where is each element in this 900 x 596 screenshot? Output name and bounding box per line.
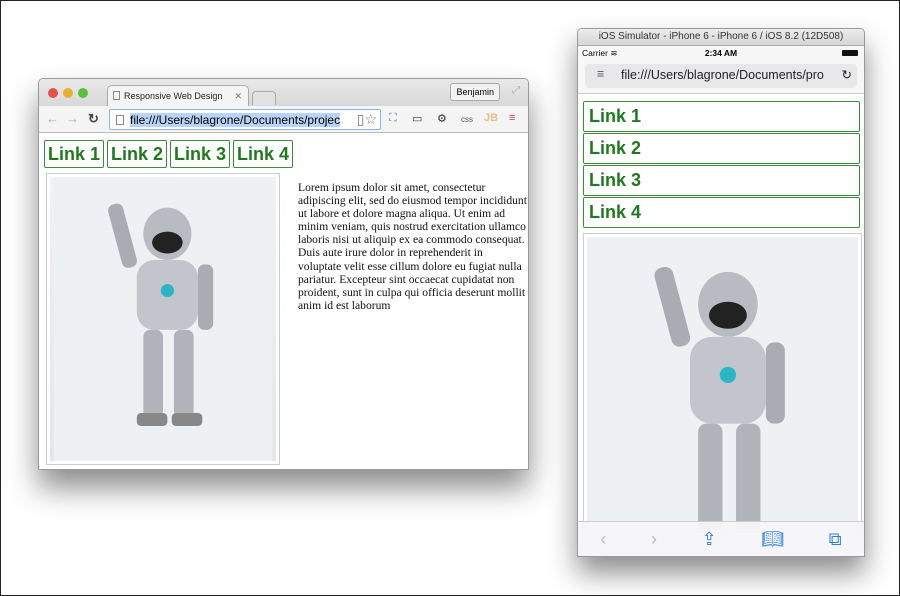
- tab-responsive-web-design[interactable]: Responsive Web Design ✕: [107, 85, 249, 106]
- page-icon: [116, 115, 124, 125]
- url-field[interactable]: ≡ file:///Users/blagrone/Documents/pro ↻: [585, 64, 857, 88]
- reload-icon[interactable]: ↻: [88, 111, 99, 127]
- forward-icon[interactable]: →: [66, 111, 79, 126]
- robot-illustration: [50, 177, 276, 461]
- link-2[interactable]: Link 2: [583, 133, 860, 164]
- page-icon: [113, 91, 120, 100]
- link-1[interactable]: Link 1: [583, 101, 860, 132]
- bookmark-star-icon[interactable]: ▯☆: [356, 111, 377, 128]
- reload-icon[interactable]: ↻: [838, 67, 852, 82]
- tabs-icon[interactable]: ⧉: [829, 529, 842, 550]
- lorem-paragraph: Lorem ipsum dolor sit amet, consectetur …: [298, 181, 527, 312]
- ruler-icon[interactable]: ▭: [412, 112, 422, 125]
- safari-bottom-toolbar: ‹ › ⇪ 📖︎ ⧉: [578, 521, 864, 556]
- tab-bar: Responsive Web Design ✕ Benjamin ⤢: [39, 79, 528, 106]
- link-3[interactable]: Link 3: [583, 165, 860, 196]
- reader-menu-icon[interactable]: ≡: [597, 67, 604, 81]
- back-icon[interactable]: ←: [46, 111, 59, 126]
- simulator-title: iOS Simulator - iPhone 6 - iPhone 6 / iO…: [578, 29, 864, 46]
- profile-button[interactable]: Benjamin: [450, 83, 500, 101]
- link-3[interactable]: Link 3: [170, 140, 231, 168]
- robot-image: [46, 173, 280, 465]
- battery-icon: [842, 50, 858, 56]
- toolbar: ← → ↻ file:///Users/blagrone/Documents/p…: [39, 106, 528, 133]
- tab-title: Responsive Web Design: [124, 91, 223, 101]
- nav-links: Link 1 Link 2 Link 3 Link 4: [583, 101, 860, 229]
- nav-links: Link 1 Link 2 Link 3 Link 4: [44, 140, 294, 168]
- back-icon[interactable]: ‹: [600, 529, 606, 550]
- url-text: file:///Users/blagrone/Documents/projec: [130, 113, 341, 127]
- forward-icon[interactable]: ›: [651, 529, 657, 550]
- close-tab-icon[interactable]: ✕: [234, 91, 242, 102]
- url-text: file:///Users/blagrone/Documents/pro: [621, 68, 824, 82]
- bookmarks-icon[interactable]: 📖︎: [761, 529, 784, 550]
- link-1[interactable]: Link 1: [44, 140, 105, 168]
- screen-icon[interactable]: ⛶: [389, 112, 397, 125]
- fullscreen-icon[interactable]: ⤢: [512, 85, 520, 96]
- robot-image: [583, 233, 862, 533]
- menu-icon[interactable]: ≡: [509, 112, 515, 124]
- close-window-button[interactable]: [48, 88, 58, 98]
- maximize-window-button[interactable]: [78, 88, 88, 98]
- safari-url-bar: ≡ file:///Users/blagrone/Documents/pro ↻: [578, 61, 864, 94]
- ios-simulator-window: iOS Simulator - iPhone 6 - iPhone 6 / iO…: [577, 28, 865, 557]
- status-bar: Carrier ≋ 2:34 AM: [578, 46, 864, 61]
- share-icon[interactable]: ⇪: [702, 529, 717, 550]
- gear-icon[interactable]: ⚙: [437, 112, 447, 125]
- link-2[interactable]: Link 2: [107, 140, 168, 168]
- clock: 2:34 AM: [704, 48, 738, 58]
- link-4[interactable]: Link 4: [583, 197, 860, 228]
- jb-extension-icon[interactable]: JB: [484, 112, 498, 124]
- chrome-window: Responsive Web Design ✕ Benjamin ⤢ ← → ↻…: [38, 78, 529, 470]
- minimize-window-button[interactable]: [63, 88, 73, 98]
- address-bar[interactable]: file:///Users/blagrone/Documents/projec …: [109, 109, 381, 130]
- css-extension-icon[interactable]: css: [461, 115, 473, 124]
- new-tab-button[interactable]: [252, 91, 276, 105]
- robot-illustration: [587, 233, 858, 533]
- link-4[interactable]: Link 4: [233, 140, 294, 168]
